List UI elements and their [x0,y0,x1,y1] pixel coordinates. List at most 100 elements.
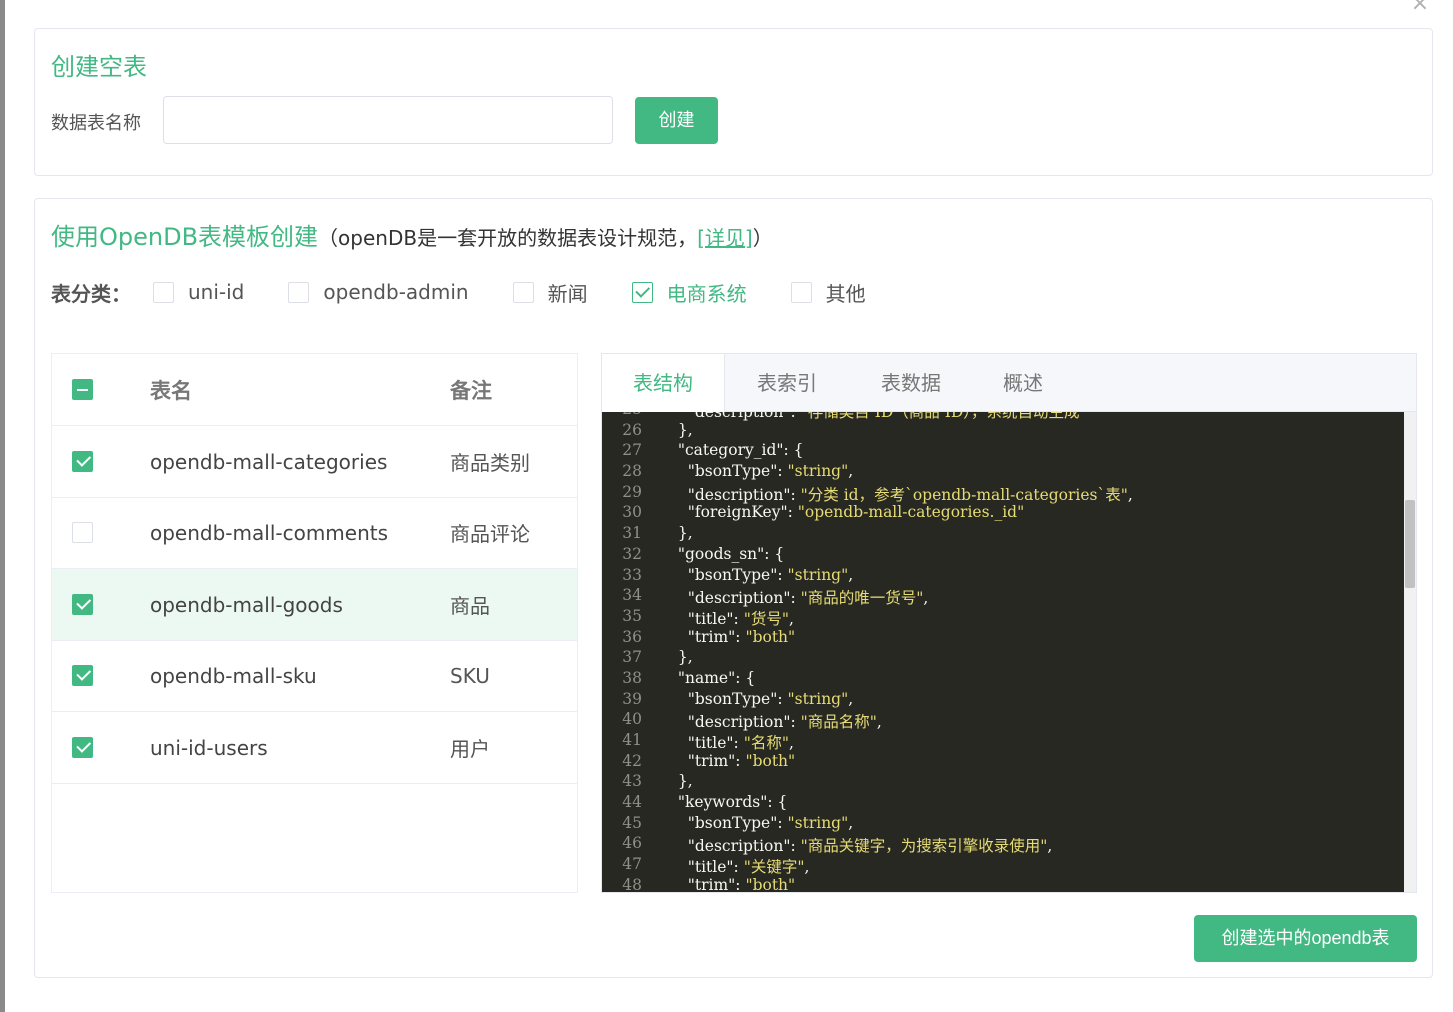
line-number: 38 [622,668,642,687]
opendb-template-title: 使用OpenDB表模板创建（openDB是一套开放的数据表设计规范，[详见]） [51,217,773,252]
code-lines: 25 "description": "存储类目 ID（商品 ID），系统自动生成… [602,412,1404,892]
select-all-checkbox[interactable] [72,379,93,400]
scrollbar[interactable] [1404,412,1416,892]
row-name: opendb-mall-sku [150,663,317,688]
code-text: "title": "货号", [687,609,794,628]
table-row[interactable]: opendb-mall-sku SKU [52,640,577,712]
category-label-text: 其他 [825,281,866,306]
code-line: 32 "goods_sn": { [602,545,1404,566]
code-text: "trim": "both" [687,875,796,892]
row-checkbox[interactable] [72,594,93,615]
line-number: 27 [622,441,642,460]
line-number: 28 [622,462,642,481]
code-line: 45 "bsonType": "string", [602,814,1404,835]
table-row[interactable]: opendb-mall-comments 商品评论 [52,497,577,569]
template-subtitle-suffix: ） [752,226,773,250]
line-number: 47 [622,855,642,874]
category-label-text: 电商系统 [666,281,747,306]
category-label-text: opendb-admin [323,280,469,304]
schema-panel: 表结构 表索引 表数据 概述 25 "description": "存储类目 I… [601,353,1417,893]
category-label-text: uni-id [188,280,245,304]
category-filter: 表分类： uni-id opendb-admin 新闻 电商系统 其他 [51,277,910,307]
row-note: 商品类别 [450,451,530,475]
code-line: 41 "title": "名称", [602,731,1404,752]
category-label: 表分类： [51,281,131,306]
tab-structure[interactable]: 表结构 [602,354,725,413]
checkbox[interactable] [790,281,812,303]
table-row[interactable]: opendb-mall-categories 商品类别 [52,426,577,498]
checkbox[interactable] [512,281,534,303]
category-other[interactable]: 其他 [790,278,866,307]
code-editor[interactable]: 25 "description": "存储类目 ID（商品 ID），系统自动生成… [602,412,1416,892]
create-button[interactable]: 创建 [635,97,718,144]
code-line: 44 "keywords": { [602,793,1404,814]
window-edge [0,0,5,1012]
code-text: "trim": "both" [687,627,796,646]
checkbox[interactable] [153,281,174,303]
code-line: 27 "category_id": { [602,441,1404,462]
category-ecommerce[interactable]: 电商系统 [631,278,747,307]
code-line: 39 "bsonType": "string", [602,690,1404,711]
details-link[interactable]: [详见] [697,226,753,250]
table-name-input[interactable] [163,96,613,144]
code-text: "category_id": { [677,441,804,460]
table-row[interactable]: uni-id-users 用户 [52,712,577,784]
table-name-label: 数据表名称 [51,113,141,134]
tab-index[interactable]: 表索引 [725,354,849,412]
code-line: 35 "title": "货号", [602,607,1404,628]
tab-data[interactable]: 表数据 [849,354,973,412]
code-line: 36 "trim": "both" [602,628,1404,649]
schema-tabs: 表结构 表索引 表数据 概述 [602,354,1416,413]
scrollbar-thumb[interactable] [1405,500,1415,588]
code-text: "description": "存储类目 ID（商品 ID），系统自动生成" [687,412,1087,421]
code-text: "description": "商品名称", [687,713,882,732]
row-note: 用户 [450,737,490,761]
category-news[interactable]: 新闻 [512,278,588,307]
line-number: 26 [622,420,642,439]
template-table: 表名 备注 opendb-mall-categories 商品类别 opendb… [51,353,578,893]
line-number: 48 [622,875,642,892]
line-number: 30 [622,503,642,522]
line-number: 32 [622,544,642,563]
code-line: 48 "trim": "both" [602,876,1404,892]
create-empty-title: 创建空表 [51,53,147,81]
code-line: 47 "title": "关键字", [602,855,1404,876]
code-text: "title": "名称", [687,734,794,752]
code-line: 33 "bsonType": "string", [602,566,1404,587]
code-text: "bsonType": "string", [687,565,854,584]
code-line: 42 "trim": "both" [602,752,1404,773]
line-number: 29 [622,482,642,501]
code-text: "name": { [677,668,756,687]
create-selected-button[interactable]: 创建选中的opendb表 [1194,915,1417,962]
code-text: }, [668,524,693,543]
tab-overview[interactable]: 概述 [973,354,1073,412]
checkbox-checked[interactable] [631,281,653,303]
code-line: 28 "bsonType": "string", [602,462,1404,483]
line-number: 31 [622,524,642,543]
row-checkbox[interactable] [72,451,93,472]
code-line: 37 }, [602,648,1404,669]
row-name: uni-id-users [150,735,268,760]
code-text: }, [668,772,693,791]
code-text: "trim": "both" [687,751,796,770]
line-number: 37 [622,648,642,667]
create-empty-card: 创建空表 数据表名称 创建 [34,28,1433,176]
row-checkbox[interactable] [72,665,93,686]
line-number: 40 [622,710,642,729]
code-line: 31 }, [602,524,1404,545]
table-row[interactable]: opendb-mall-goods 商品 [52,569,577,641]
checkbox[interactable] [288,281,310,303]
row-note: 商品评论 [450,522,530,546]
line-number: 35 [622,606,642,625]
col-header-name: 表名 [150,378,192,403]
category-uni-id[interactable]: uni-id [153,280,244,304]
category-opendb-admin[interactable]: opendb-admin [288,280,469,304]
code-line: 38 "name": { [602,669,1404,690]
code-line: 26 }, [602,421,1404,442]
close-icon[interactable]: × [1408,0,1432,18]
code-text: "bsonType": "string", [687,689,854,708]
line-number: 46 [622,834,642,853]
row-checkbox[interactable] [72,522,93,543]
row-checkbox[interactable] [72,737,93,758]
row-name: opendb-mall-comments [150,520,389,545]
